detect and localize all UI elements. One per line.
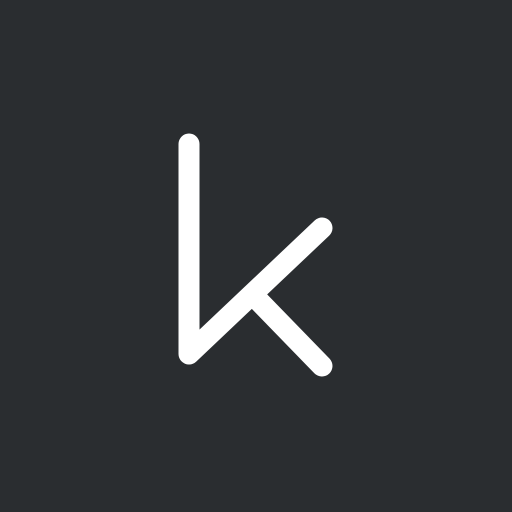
letter-k-logo-icon <box>178 133 333 377</box>
k-stem-and-arm <box>178 133 333 365</box>
app-icon-canvas <box>0 0 512 512</box>
k-leg <box>243 285 333 377</box>
